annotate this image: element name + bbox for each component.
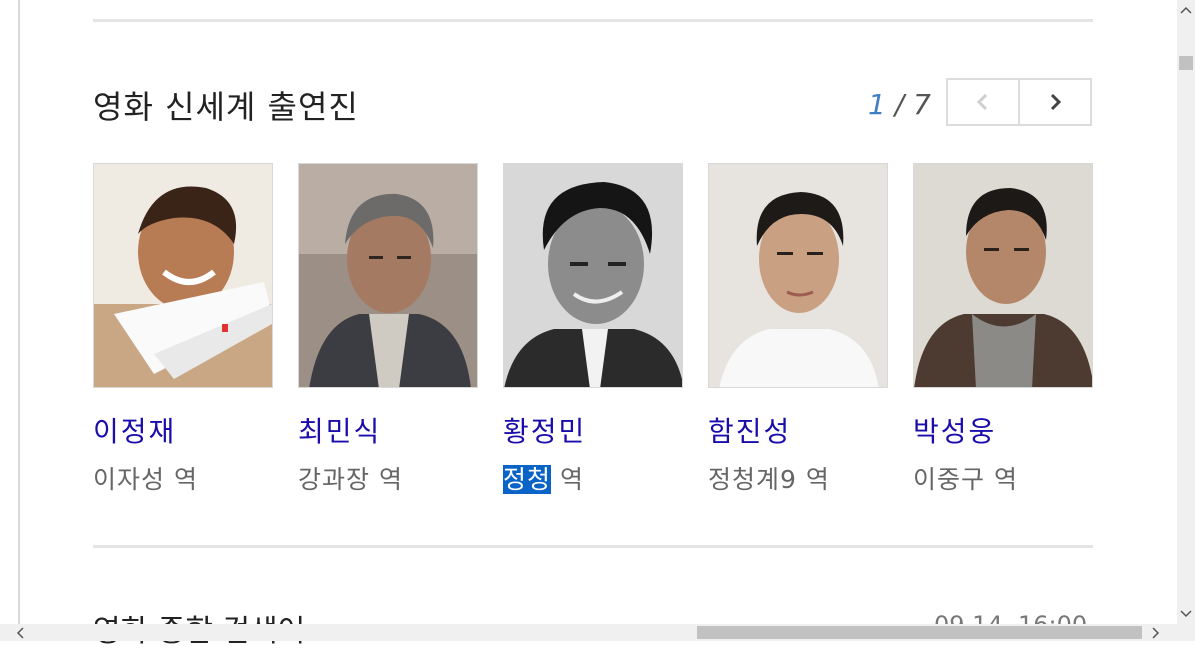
prev-page-button[interactable] [948,80,1018,124]
vertical-scroll-thumb[interactable] [1179,56,1193,70]
chevron-right-icon [1050,93,1062,111]
role-text: 정청계9 역 [708,460,888,496]
chevron-down-icon [1180,610,1192,618]
scroll-down-button[interactable] [1177,604,1195,624]
chevron-right-icon [1152,626,1160,639]
cast-card[interactable]: 이정재 이자성 역 [93,163,273,496]
page-current: 1 [868,88,886,121]
actor-name-link[interactable]: 함진성 [708,410,888,450]
horizontal-scrollbar[interactable] [0,624,1177,641]
chevron-left-icon [976,93,988,111]
role-text: 정청 역 [503,460,683,496]
role-label: 정청계9 역 [708,465,830,494]
scrollbar-corner [1177,624,1195,641]
page-total: 7 [913,88,931,121]
role-text: 이자성 역 [93,460,273,496]
role-highlight: 정청 [503,465,552,494]
scroll-right-button[interactable] [1146,624,1166,641]
cast-section-title: 영화 신세계 출연진 [93,88,359,126]
page-separator: / [885,88,914,121]
actor-photo[interactable] [913,163,1093,388]
actor-photo[interactable] [503,163,683,388]
actor-name-link[interactable]: 최민식 [298,410,478,450]
role-label: 이중구 역 [913,465,1018,494]
role-text: 강과장 역 [298,460,478,496]
top-divider [93,19,1093,22]
actor-name-link[interactable]: 황정민 [503,410,683,450]
scroll-left-button[interactable] [10,624,30,641]
role-text: 이중구 역 [913,460,1093,496]
page-indicator: 1 / 7 [868,88,931,121]
actor-photo[interactable] [708,163,888,388]
role-label: 이자성 역 [93,465,198,494]
pager-nav [946,78,1092,126]
actor-name-link[interactable]: 이정재 [93,410,273,450]
bottom-divider [93,545,1093,548]
cast-card[interactable]: 최민식 강과장 역 [298,163,478,496]
cast-card[interactable]: 박성웅 이중구 역 [913,163,1093,496]
next-page-button[interactable] [1018,80,1090,124]
scroll-up-button[interactable] [1177,0,1195,20]
chevron-left-icon [16,626,24,639]
chevron-up-icon [1180,6,1192,14]
vertical-scrollbar[interactable] [1177,0,1195,624]
actor-photo[interactable] [93,163,273,388]
actor-photo[interactable] [298,163,478,388]
horizontal-scroll-thumb[interactable] [697,626,1142,639]
role-label: 역 [551,465,584,494]
role-label: 강과장 역 [298,465,403,494]
cast-card[interactable]: 함진성 정청계9 역 [708,163,888,496]
actor-name-link[interactable]: 박성웅 [913,410,1093,450]
content-left-border [18,0,20,624]
cast-card[interactable]: 황정민 정청 역 [503,163,683,496]
